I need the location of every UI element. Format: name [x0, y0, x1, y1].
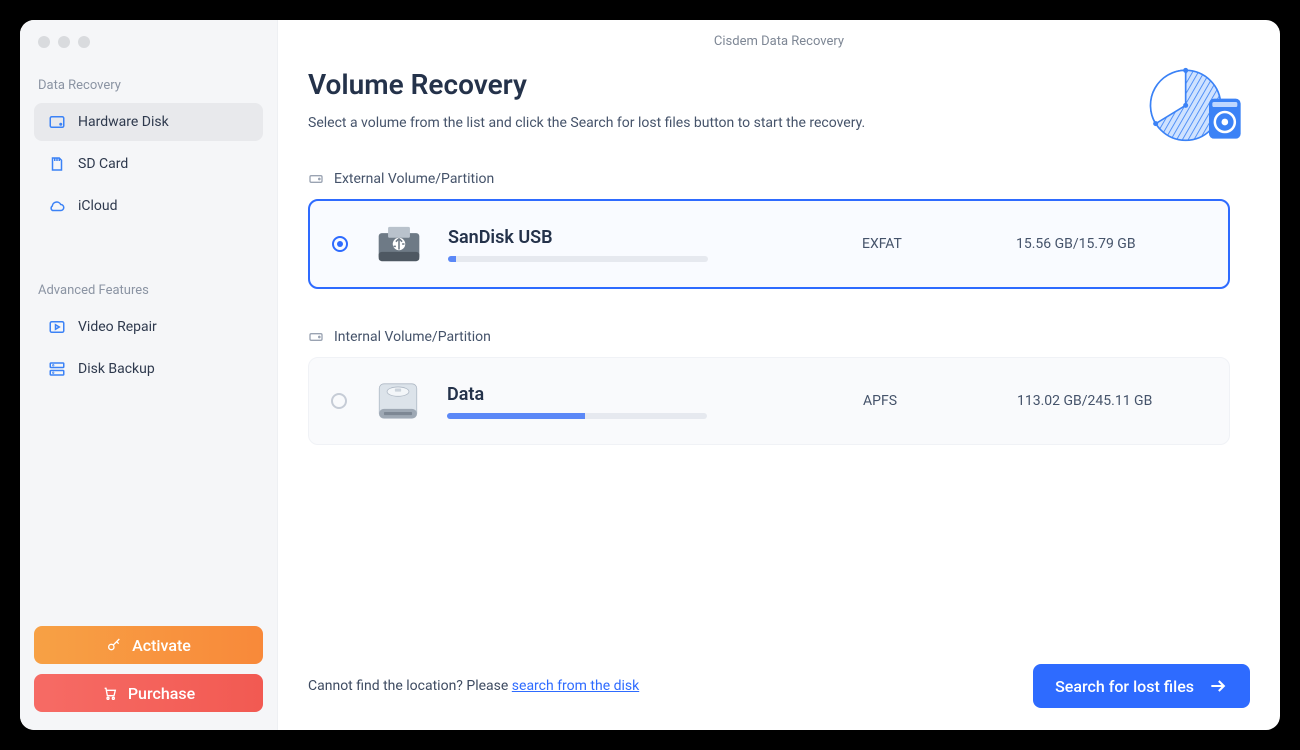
group-label: External Volume/Partition: [334, 171, 494, 187]
search-button-label: Search for lost files: [1055, 677, 1194, 696]
usage-bar: [448, 256, 708, 262]
page-title: Volume Recovery: [308, 68, 1230, 101]
page-subtitle: Select a volume from the list and click …: [308, 115, 1230, 131]
backup-icon: [48, 360, 66, 378]
group-label: Internal Volume/Partition: [334, 329, 491, 345]
sidebar-buttons: Activate Purchase: [20, 626, 277, 730]
activate-button[interactable]: Activate: [34, 626, 263, 664]
size: 113.02 GB/245.11 GB: [1017, 393, 1207, 409]
sidebar-item-label: iCloud: [78, 198, 118, 214]
zoom-dot[interactable]: [78, 36, 90, 48]
video-icon: [48, 318, 66, 336]
footer-hint: Cannot find the location? Please search …: [308, 678, 639, 694]
volume-card-data[interactable]: Data APFS 113.02 GB/245.11 GB: [308, 357, 1230, 445]
usage-bar: [447, 413, 707, 419]
titlebar: Cisdem Data Recovery: [278, 20, 1280, 62]
activate-label: Activate: [132, 636, 191, 655]
arrow-right-icon: [1208, 676, 1228, 696]
search-from-disk-link[interactable]: search from the disk: [512, 678, 639, 694]
key-icon: [106, 637, 122, 653]
sidebar-item-label: Disk Backup: [78, 361, 155, 377]
cart-icon: [102, 685, 118, 701]
purchase-label: Purchase: [128, 684, 195, 703]
filesystem: APFS: [863, 393, 1003, 409]
sidebar-item-hardware-disk[interactable]: Hardware Disk: [34, 103, 263, 141]
section-label-advanced: Advanced Features: [20, 273, 277, 306]
volume-info: SanDisk USB: [448, 227, 848, 262]
drive-mini-icon: [308, 171, 324, 187]
sidebar-item-label: Hardware Disk: [78, 114, 169, 130]
footer: Cannot find the location? Please search …: [308, 664, 1250, 708]
group-header-external: External Volume/Partition: [308, 171, 1230, 187]
window-controls: [20, 36, 277, 68]
minimize-dot[interactable]: [58, 36, 70, 48]
volume-info: Data: [447, 384, 849, 419]
sdcard-icon: [48, 155, 66, 173]
window-title: Cisdem Data Recovery: [714, 34, 844, 49]
radio-unselected[interactable]: [331, 393, 347, 409]
close-dot[interactable]: [38, 36, 50, 48]
purchase-button[interactable]: Purchase: [34, 674, 263, 712]
hint-text: Cannot find the location? Please: [308, 678, 512, 694]
sidebar-item-disk-backup[interactable]: Disk Backup: [34, 350, 263, 388]
disk-icon: [48, 113, 66, 131]
radio-selected[interactable]: [332, 236, 348, 252]
group-header-internal: Internal Volume/Partition: [308, 329, 1230, 345]
sidebar-item-label: Video Repair: [78, 319, 157, 335]
content: Volume Recovery Select a volume from the…: [278, 62, 1280, 730]
volume-card-sandisk[interactable]: SanDisk USB EXFAT 15.56 GB/15.79 GB: [308, 199, 1230, 289]
sidebar: Data Recovery Hardware Disk SD Card iClo…: [20, 20, 278, 730]
sidebar-item-video-repair[interactable]: Video Repair: [34, 308, 263, 346]
search-for-lost-files-button[interactable]: Search for lost files: [1033, 664, 1250, 708]
sidebar-item-sd-card[interactable]: SD Card: [34, 145, 263, 183]
filesystem: EXFAT: [862, 236, 1002, 252]
usb-drive-icon: [374, 219, 424, 269]
cloud-icon: [48, 197, 66, 215]
hdd-drive-icon: [373, 376, 423, 426]
app-window: Data Recovery Hardware Disk SD Card iClo…: [20, 20, 1280, 730]
section-label-recovery: Data Recovery: [20, 68, 277, 101]
sidebar-item-icloud[interactable]: iCloud: [34, 187, 263, 225]
drive-mini-icon: [308, 329, 324, 345]
volume-name: Data: [447, 384, 849, 405]
sidebar-item-label: SD Card: [78, 156, 128, 172]
volume-name: SanDisk USB: [448, 227, 848, 248]
recovery-hero-icon: [1144, 62, 1244, 152]
size: 15.56 GB/15.79 GB: [1016, 236, 1206, 252]
main: Cisdem Data Recovery: [278, 20, 1280, 730]
